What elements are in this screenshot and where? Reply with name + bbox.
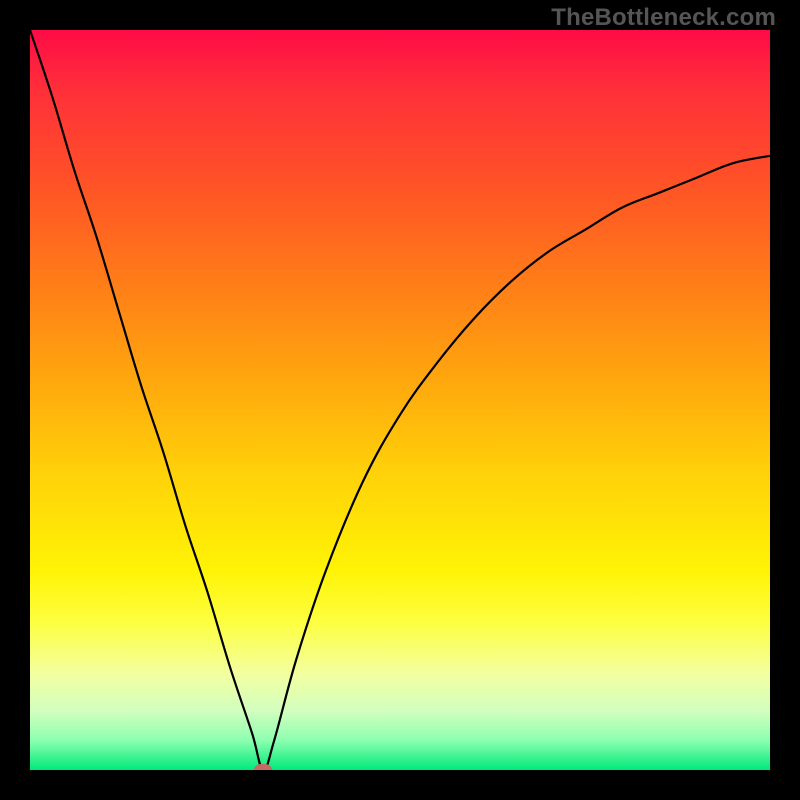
bottleneck-curve	[30, 30, 770, 770]
minimum-marker	[254, 764, 272, 770]
plot-area	[30, 30, 770, 770]
curve-path	[30, 30, 770, 770]
chart-frame: TheBottleneck.com	[0, 0, 800, 800]
watermark-text: TheBottleneck.com	[551, 4, 776, 32]
